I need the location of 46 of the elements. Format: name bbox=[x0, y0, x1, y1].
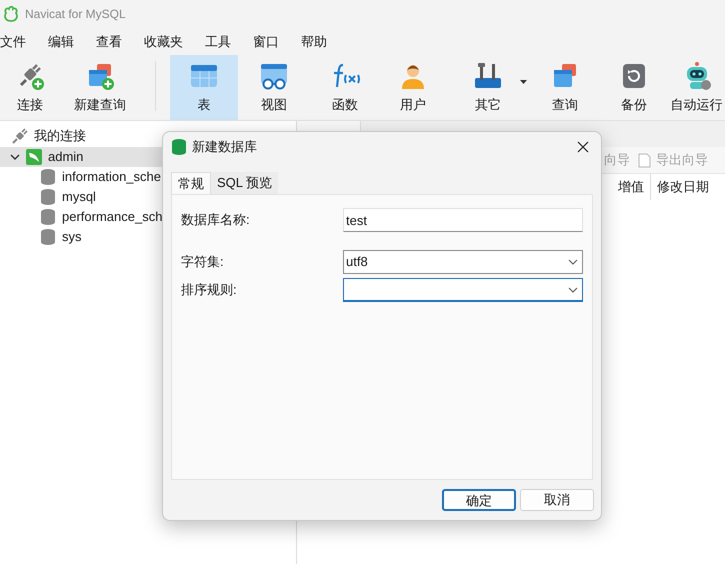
export-icon bbox=[638, 152, 651, 168]
toolbar-button[interactable]: 用户 bbox=[380, 55, 446, 120]
database-item[interactable]: sys bbox=[0, 227, 296, 247]
dropdown-field[interactable]: utf8 bbox=[343, 250, 583, 274]
menu-item[interactable]: 文件 bbox=[0, 32, 26, 52]
toolbar-button[interactable]: 表 bbox=[170, 55, 238, 120]
toolbar-button[interactable]: 备份 bbox=[600, 55, 668, 120]
database-icon bbox=[41, 209, 55, 225]
chevron-icon bbox=[568, 259, 578, 265]
dropdown-field[interactable] bbox=[343, 278, 583, 302]
menu-item[interactable]: 窗口 bbox=[253, 32, 279, 52]
dialog-button[interactable]: 确定 bbox=[442, 489, 516, 511]
database-icon bbox=[41, 169, 55, 185]
toolbar-button[interactable]: 其它 bbox=[446, 55, 530, 120]
field-label: 排序规则: bbox=[181, 281, 238, 300]
toolbar-button[interactable]: 新建查询 bbox=[60, 55, 140, 120]
database-icon bbox=[172, 139, 186, 155]
tab[interactable]: 常规 bbox=[171, 172, 211, 194]
toolbar-button[interactable]: 自动运行 bbox=[668, 55, 725, 120]
app-logo-icon bbox=[3, 6, 19, 22]
close-icon bbox=[577, 141, 589, 153]
column-header: 增值 bbox=[612, 174, 651, 200]
column-header: 修改日期 bbox=[656, 178, 710, 196]
window-title: Navicat for MySQL bbox=[25, 6, 126, 23]
menu-item[interactable]: 收藏夹 bbox=[144, 32, 183, 52]
toolbar-button[interactable]: 查询 bbox=[530, 55, 600, 120]
menu-item[interactable]: 编辑 bbox=[48, 32, 74, 52]
connections-header: 我的连接 bbox=[34, 127, 86, 146]
toolbox-icon bbox=[473, 60, 503, 91]
dropdown-caret-icon bbox=[520, 80, 527, 84]
chevron-icon bbox=[10, 152, 20, 162]
database-icon bbox=[41, 189, 55, 205]
menu-item[interactable]: 工具 bbox=[205, 32, 231, 52]
database-icon bbox=[41, 229, 55, 245]
toolbar-button[interactable]: 函数 bbox=[310, 55, 380, 120]
toolbar-button[interactable]: 视图 bbox=[238, 55, 310, 120]
toolbar-button[interactable]: 连接 bbox=[0, 55, 60, 120]
chevron-icon bbox=[568, 286, 578, 292]
menu-item[interactable]: 帮助 bbox=[301, 32, 327, 52]
dialog-button[interactable]: 取消 bbox=[520, 489, 594, 511]
tab[interactable]: SQL 预览 bbox=[211, 172, 278, 194]
plug-icon bbox=[12, 128, 28, 144]
text-field[interactable]: test bbox=[343, 208, 583, 232]
menu-item[interactable]: 查看 bbox=[96, 32, 122, 52]
field-label: 数据库名称: bbox=[181, 211, 251, 230]
field-label: 字符集: bbox=[181, 253, 225, 272]
